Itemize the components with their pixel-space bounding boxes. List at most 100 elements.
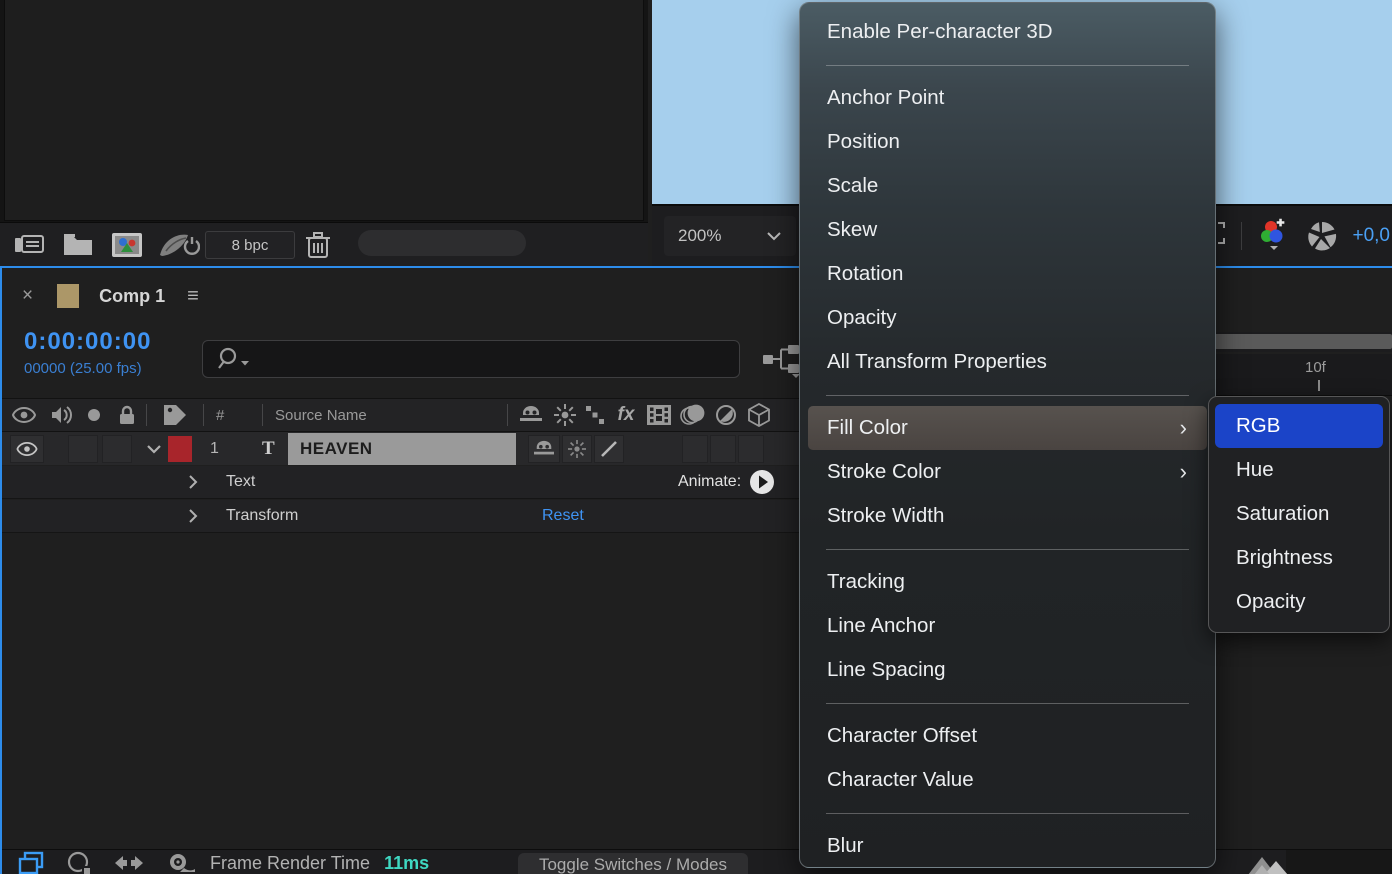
text-layer-icon: T <box>262 438 288 460</box>
expand-render-time-pane-icon[interactable] <box>166 851 196 874</box>
transform-reset-link[interactable]: Reset <box>542 507 584 525</box>
text-group-row[interactable]: Text Animate: <box>2 466 802 499</box>
adjustment-layer-column-icon <box>710 404 742 426</box>
frame-render-time-label: Frame Render Time <box>210 853 370 874</box>
project-items-list[interactable] <box>4 0 644 221</box>
menu-item-rotation[interactable]: Rotation <box>800 252 1215 296</box>
interpret-footage-icon[interactable] <box>10 229 48 261</box>
layer-index: 1 <box>210 440 240 458</box>
menu-separator <box>800 802 1215 824</box>
submenu-item-opacity[interactable]: Opacity <box>1215 580 1383 624</box>
layer-lock-toggle[interactable] <box>102 435 132 463</box>
collapse-transformations-column-icon <box>550 404 580 426</box>
chevron-right-icon[interactable] <box>188 474 198 490</box>
audio-column-icon <box>46 405 78 425</box>
magnification-value: 200% <box>678 226 721 246</box>
menu-separator <box>800 384 1215 406</box>
expand-layer-switches-icon[interactable] <box>18 851 44 874</box>
menu-item-all-transform-properties[interactable]: All Transform Properties <box>800 340 1215 384</box>
menu-item-anchor-point[interactable]: Anchor Point <box>800 76 1215 120</box>
solo-column-icon <box>78 408 110 422</box>
layer-audio-toggle[interactable] <box>68 435 98 463</box>
submenu-item-hue[interactable]: Hue <box>1215 448 1383 492</box>
menu-separator <box>800 692 1215 714</box>
timeline-search-input[interactable] <box>202 340 740 378</box>
menu-item-skew[interactable]: Skew <box>800 208 1215 252</box>
layer-frame-blend-switch[interactable] <box>682 435 708 463</box>
show-channel-icon[interactable] <box>1256 218 1292 254</box>
close-tab-icon[interactable]: × <box>22 285 33 307</box>
layer-collapse-switch[interactable] <box>562 435 592 463</box>
menu-item-scale[interactable]: Scale <box>800 164 1215 208</box>
submenu-item-saturation[interactable]: Saturation <box>1215 492 1383 536</box>
expand-transfer-controls-icon[interactable] <box>66 851 92 874</box>
frame-info: 00000 (25.00 fps) <box>24 360 151 377</box>
new-folder-icon[interactable] <box>60 229 96 261</box>
lock-column-icon <box>110 405 144 425</box>
transform-group-label[interactable]: Transform <box>226 507 298 525</box>
menu-separator <box>800 54 1215 76</box>
layer-row[interactable]: 1 T HEAVEN <box>2 432 802 465</box>
layer-3d-switch[interactable] <box>738 435 764 463</box>
menu-item-enable-per-character-3d[interactable]: Enable Per-character 3D <box>800 10 1215 54</box>
color-depth-label: 8 bpc <box>232 237 269 254</box>
comp-mini-flowchart-icon[interactable] <box>762 344 802 378</box>
panel-menu-icon[interactable]: ≡ <box>187 285 198 308</box>
submenu-item-rgb[interactable]: RGB <box>1215 404 1383 448</box>
3d-layer-column-icon <box>742 403 776 427</box>
number-column-header[interactable]: # <box>216 407 262 424</box>
frame-render-time-value: 11ms <box>384 853 429 874</box>
project-toolbar: 8 bpc <box>0 222 648 268</box>
chevron-down-icon <box>766 231 782 241</box>
transform-group-row[interactable]: Transform Reset <box>2 500 802 533</box>
expand-inout-panes-icon[interactable] <box>114 851 144 874</box>
timeline-zoom-mountain-icon[interactable] <box>1240 853 1292 874</box>
text-group-label[interactable]: Text <box>226 473 255 491</box>
menu-item-character-offset[interactable]: Character Offset <box>800 714 1215 758</box>
submenu-chevron-icon: › <box>1180 406 1187 450</box>
comp-color-swatch <box>57 284 79 308</box>
layer-shy-switch[interactable] <box>528 435 560 463</box>
trash-icon[interactable] <box>300 229 336 261</box>
submenu-chevron-icon: › <box>1180 450 1187 494</box>
search-icon <box>217 347 251 371</box>
timeline-corner-area <box>1286 850 1392 874</box>
project-panel: 8 bpc <box>0 0 648 268</box>
color-depth-button[interactable]: 8 bpc <box>205 231 295 259</box>
menu-item-stroke-color[interactable]: Stroke Color › <box>800 450 1215 494</box>
menu-item-tracking[interactable]: Tracking <box>800 560 1215 604</box>
toolbar-divider <box>1241 222 1242 250</box>
shy-column-icon <box>512 404 550 426</box>
menu-item-position[interactable]: Position <box>800 120 1215 164</box>
menu-item-character-value[interactable]: Character Value <box>800 758 1215 802</box>
magnification-dropdown[interactable]: 200% <box>664 216 796 256</box>
video-column-icon <box>2 407 46 423</box>
comp-tab-title[interactable]: Comp 1 <box>99 286 165 307</box>
after-effects-window: 8 bpc 200% <box>0 0 1392 874</box>
layer-name-selected[interactable]: HEAVEN <box>288 433 516 465</box>
menu-item-line-anchor[interactable]: Line Anchor <box>800 604 1215 648</box>
menu-item-fill-color[interactable]: Fill Color › <box>808 406 1207 450</box>
menu-item-stroke-width[interactable]: Stroke Width <box>800 494 1215 538</box>
layer-quality-switch[interactable] <box>594 435 624 463</box>
current-timecode[interactable]: 0:00:00:00 <box>24 328 151 356</box>
animate-button[interactable] <box>749 469 775 495</box>
ruler-tick-mark <box>1318 380 1320 391</box>
layer-label-swatch[interactable] <box>168 436 192 462</box>
exposure-value[interactable]: +0,0 <box>1352 225 1390 247</box>
project-scrollbar[interactable] <box>358 230 526 256</box>
label-column-icon <box>147 403 203 427</box>
menu-item-line-spacing[interactable]: Line Spacing <box>800 648 1215 692</box>
new-composition-icon[interactable] <box>108 229 146 261</box>
render-engine-icon[interactable] <box>156 229 202 261</box>
layer-motion-blur-switch[interactable] <box>710 435 736 463</box>
resolution-icon[interactable] <box>1306 220 1338 252</box>
chevron-right-icon[interactable] <box>188 508 198 524</box>
submenu-item-brightness[interactable]: Brightness <box>1215 536 1383 580</box>
toggle-switches-modes-button[interactable]: Toggle Switches / Modes <box>518 853 748 874</box>
layer-visibility-toggle[interactable] <box>10 435 44 463</box>
layer-expand-chevron[interactable] <box>146 444 162 454</box>
menu-item-blur[interactable]: Blur <box>800 824 1215 868</box>
source-name-column-header[interactable]: Source Name <box>275 407 507 424</box>
menu-item-opacity[interactable]: Opacity <box>800 296 1215 340</box>
